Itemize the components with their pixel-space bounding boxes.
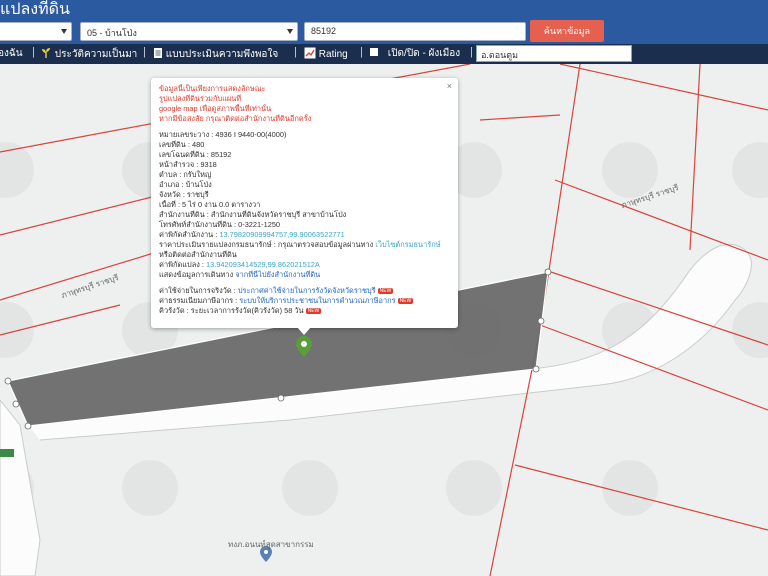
toolbar-item-history[interactable]: ประวัติความเป็นมา <box>40 47 137 62</box>
toolbar-item-zoning[interactable]: เปิด/ปิด - ผังเมือง <box>369 47 460 61</box>
toolbar-item-rating[interactable]: Rating <box>304 47 348 62</box>
popup-note: ข้อมูลนี้เป็นเพียงการแสดงลักษณะ <box>159 84 266 93</box>
office-coordinates: ค่าพิกัดสำนักงาน : 13.79820909994757,99.… <box>159 230 450 240</box>
toolbar-separator: | <box>143 46 146 58</box>
close-icon[interactable]: × <box>447 81 452 91</box>
toolbar-item-zoning-label: เปิด/ปิด - ผังเมือง <box>387 48 461 59</box>
toolbar-separator: | <box>294 46 297 58</box>
sprout-icon <box>42 48 50 58</box>
parcel-number-input[interactable]: 85192 <box>304 22 526 41</box>
new-badge: NEW <box>397 298 414 305</box>
amphoe: อำเภอ : บ้านโป่ง <box>159 180 212 189</box>
survey-fee-label: ค่าใช้จ่ายในการจริงวัด : <box>159 286 238 295</box>
toolbar-separator: | <box>32 46 35 58</box>
parcel-coordinates-label: ค่าพิกัดแปลง : <box>159 260 206 269</box>
checkbox-icon <box>370 48 378 56</box>
tax-fee-label: ค่าธรรมเนียมภาษีอากร : <box>159 296 240 305</box>
tambon: ตำบล : กรับใหญ่ <box>159 170 212 179</box>
tax-fee-link[interactable]: ระบบให้บริการประชาชนในการคำนวณภาษีอากร <box>239 296 395 305</box>
route-label: แสดงข้อมูลการเดินทาง <box>159 270 236 279</box>
land-number: เลขที่ดิน : 480 <box>159 140 205 149</box>
popup-pointer <box>297 327 311 335</box>
survey-queue: คิวรังวัด : ระยะเวลาการรังวัด(คิวรังวัด)… <box>159 306 450 316</box>
route-info: แสดงข้อมูลการเดินทาง จากที่นี่ไปยังสำนัก… <box>159 270 450 280</box>
survey-fee-link[interactable]: ประกาศค่าใช้จ่ายในการรังวัดจังหวัดราชบุร… <box>238 286 376 295</box>
appraisal-price-label: ราคาประเมินรายแปลงกรมธนารักษ์ : กรุณาตรว… <box>159 240 376 249</box>
parcel-coordinates: ค่าพิกัดแปลง : 13.942093414529,99.862021… <box>159 260 450 270</box>
page-title: แปลงที่ดิน <box>0 1 70 18</box>
new-badge: NEW <box>377 288 394 295</box>
tax-fee: ค่าธรรมเนียมภาษีอากร : ระบบให้บริการประช… <box>159 296 450 306</box>
toolbar-separator: | <box>360 46 363 58</box>
poi-label: ทงภ.อนนท์สูดสาขากรรม <box>228 540 314 549</box>
chart-icon <box>304 47 316 59</box>
toolbar: องฉัน | ประวัติความเป็นมา | แบบประเมินคว… <box>0 44 768 64</box>
parcel-coordinates-link[interactable]: 13.942093414529,99.862021512A <box>206 260 320 269</box>
popup-note: รูปแปลงที่ดินร่วมกับแผนที่ <box>159 94 242 103</box>
route-link[interactable]: จากที่นี่ไปยังสำนักงานที่ดิน <box>235 270 320 279</box>
popup-note: google map เพื่อดูสภาพพื้นที่เท่านั้น <box>159 104 272 113</box>
parcel-info-popup: × ข้อมูลนี้เป็นเพียงการแสดงลักษณะ รูปแปล… <box>151 78 458 335</box>
district-select[interactable]: 05 - บ้านโป่ง <box>80 22 298 41</box>
deed-number: เลขโฉนดที่ดิน : 85192 <box>159 150 232 159</box>
appraisal-price: ราคาประเมินรายแปลงกรมธนารักษ์ : กรุณาตรว… <box>159 240 450 250</box>
road-sign-icon <box>0 449 14 457</box>
location-search-input[interactable]: อ.ดอนตูม <box>476 45 632 62</box>
popup-note: หากมีข้อสงสัย กรุณาติดต่อสำนักงานที่ดินอ… <box>159 114 312 123</box>
office-phone: โทรศัพท์สำนักงานที่ดิน : 0-3221-1250 <box>159 220 281 229</box>
toolbar-item-history-label: ประวัติความเป็นมา <box>54 49 138 60</box>
province-select[interactable] <box>0 22 72 41</box>
treasury-website-link[interactable]: เว็บไซต์กรมธนารักษ์ <box>375 240 440 249</box>
toolbar-item-survey-label: แบบประเมินความพึงพอใจ <box>165 49 279 60</box>
toolbar-item-mine[interactable]: องฉัน <box>0 47 23 61</box>
office-coordinates-link[interactable]: 13.79820909994757,99.90063522771 <box>219 230 344 239</box>
appraisal-price-contact: หรือติดต่อสำนักงานที่ดิน <box>159 250 237 259</box>
parcel-number-value: 85192 <box>311 26 337 36</box>
search-button[interactable]: ค้นหาข้อมูล <box>530 20 604 42</box>
toolbar-item-survey[interactable]: แบบประเมินความพึงพอใจ <box>153 47 278 62</box>
survey-queue-label: คิวรังวัด : ระยะเวลาการรังวัด(คิวรังวัด)… <box>159 306 304 315</box>
location-search-value: อ.ดอนตูม <box>481 50 519 60</box>
toolbar-separator: | <box>470 46 473 58</box>
survey-fee: ค่าใช้จ่ายในการจริงวัด : ประกาศค่าใช้จ่า… <box>159 286 450 296</box>
survey-number: หมายเลขระวาง : 4936 I 9440-00(4000) <box>159 130 287 139</box>
header-bar: แปลงที่ดิน 05 - บ้านโป่ง 85192 ค้นหาข้อม… <box>0 0 768 44</box>
new-badge: NEW <box>305 308 322 315</box>
province: จังหวัด : ราชบุรี <box>159 190 209 199</box>
office-coordinates-label: ค่าพิกัดสำนักงาน : <box>159 230 220 239</box>
land-area: เนื้อที่ : 5 ไร่ 0 งาน 0.0 ตารางวา <box>159 200 261 209</box>
toolbar-item-rating-label: Rating <box>318 49 348 60</box>
document-icon <box>154 48 162 58</box>
chevron-down-icon <box>287 29 293 34</box>
survey-page: หน้าสำรวจ : 9318 <box>159 160 217 169</box>
district-select-value: 05 - บ้านโป่ง <box>87 28 137 38</box>
land-office: สำนักงานที่ดิน : สำนักงานที่ดินจังหวัดรา… <box>159 210 347 219</box>
chevron-down-icon <box>61 29 67 34</box>
